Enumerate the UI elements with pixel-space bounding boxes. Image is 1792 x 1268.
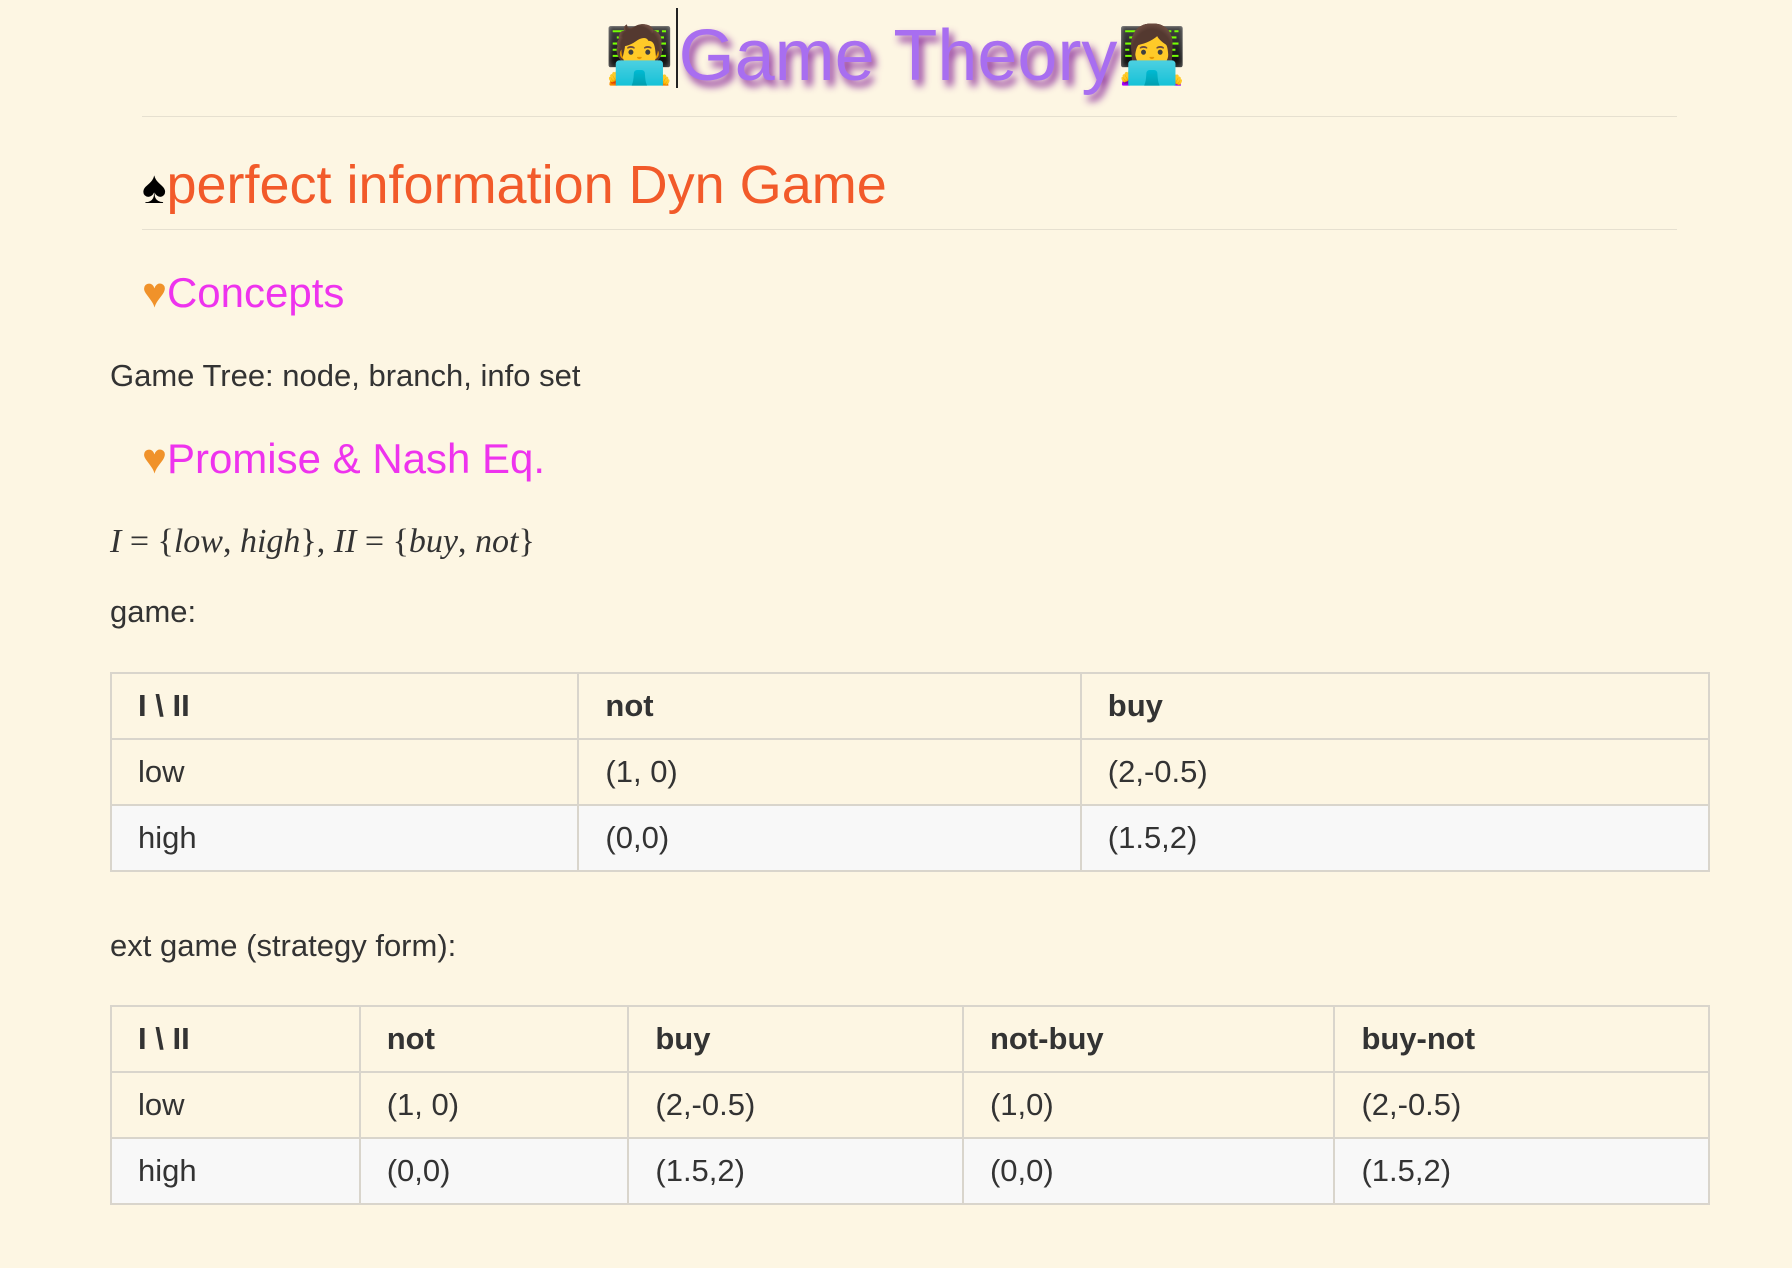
- table-cell: (1.5,2): [1333, 1137, 1710, 1205]
- header-cell: not: [358, 1005, 630, 1073]
- section-divider: [142, 229, 1677, 230]
- table-cell: (2,-0.5): [1333, 1071, 1710, 1139]
- table-cell: (1,0): [961, 1071, 1336, 1139]
- header-cell: I \ II: [109, 672, 580, 740]
- page-title-text: Game Theory: [678, 16, 1118, 96]
- spade-icon: ♠: [142, 161, 167, 213]
- page-title: 🧑‍💻Game Theory👩‍💻: [0, 8, 1792, 101]
- table-cell: (2,-0.5): [1079, 738, 1711, 806]
- man-technologist-icon: 🧑‍💻: [604, 23, 675, 88]
- table-cell: high: [109, 804, 580, 872]
- header-cell: not: [577, 672, 1082, 740]
- concepts-heading: ♥Concepts: [142, 266, 344, 320]
- table-cell: (2,-0.5): [627, 1071, 964, 1139]
- section-heading: ♠perfect information Dyn Game: [142, 150, 887, 222]
- header-cell: buy: [627, 1005, 964, 1073]
- table-cell: (0,0): [961, 1137, 1336, 1205]
- table-cell: (1, 0): [358, 1071, 630, 1139]
- promise-heading-text: Promise & Nash Eq.: [166, 435, 546, 482]
- ext-game-label: ext game (strategy form):: [110, 928, 457, 963]
- table-cell: (1, 0): [577, 738, 1082, 806]
- header-cell: not-buy: [961, 1005, 1336, 1073]
- heart-icon: ♥: [142, 269, 167, 316]
- table-row: high (0,0) (1.5,2): [109, 804, 1711, 872]
- concepts-text: Game Tree: node, branch, info set: [110, 358, 581, 393]
- header-cell: buy: [1079, 672, 1711, 740]
- table-header-row: I \ II not buy not-buy buy-not: [110, 1005, 1710, 1073]
- title-divider: [142, 116, 1677, 117]
- concepts-heading-text: Concepts: [166, 269, 345, 316]
- table-row: low (1, 0) (2,-0.5): [109, 738, 1711, 806]
- header-cell: buy-not: [1333, 1005, 1710, 1073]
- text-cursor: [675, 8, 678, 88]
- section-heading-text: perfect information Dyn Game: [166, 155, 887, 215]
- table-header-row: I \ II not buy: [109, 672, 1711, 740]
- table-cell: (0,0): [358, 1137, 630, 1205]
- table-cell: (1.5,2): [1079, 804, 1711, 872]
- woman-technologist-icon: 👩‍💻: [1117, 23, 1188, 88]
- ext-game-table: I \ II not buy not-buy buy-not low (1, 0…: [110, 1005, 1710, 1205]
- game-label: game:: [110, 594, 197, 629]
- document-page: 🧑‍💻Game Theory👩‍💻 ♠perfect information D…: [0, 0, 1792, 1268]
- table-cell: high: [110, 1137, 361, 1205]
- promise-heading: ♥Promise & Nash Eq.: [142, 432, 545, 486]
- game-table: I \ II not buy low (1, 0) (2,-0.5) high …: [109, 672, 1711, 872]
- header-cell: I \ II: [110, 1005, 361, 1073]
- strategy-sets-formula: I = {low, high}, II = {buy, not}: [110, 523, 535, 560]
- table-row: low (1, 0) (2,-0.5) (1,0) (2,-0.5): [110, 1071, 1710, 1139]
- table-cell: low: [109, 738, 580, 806]
- heart-icon: ♥: [142, 435, 167, 482]
- table-cell: (0,0): [577, 804, 1082, 872]
- table-cell: (1.5,2): [627, 1137, 964, 1205]
- table-cell: low: [110, 1071, 361, 1139]
- table-row: high (0,0) (1.5,2) (0,0) (1.5,2): [110, 1137, 1710, 1205]
